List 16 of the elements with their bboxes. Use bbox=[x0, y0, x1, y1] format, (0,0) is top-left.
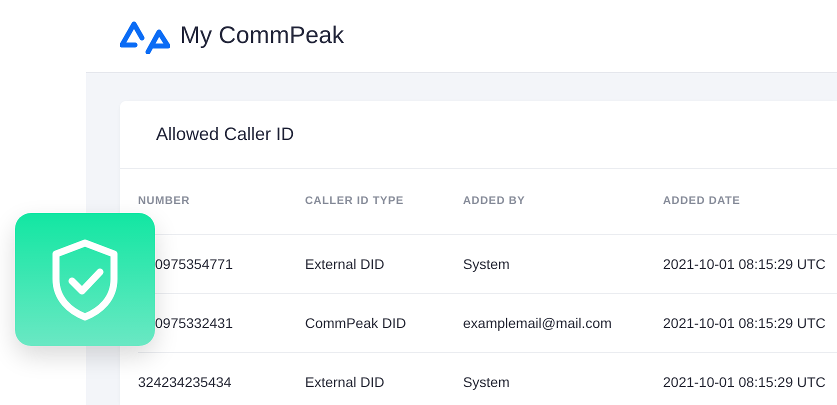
shield-check-icon bbox=[50, 238, 120, 320]
brand-name: My CommPeak bbox=[180, 21, 344, 51]
table-cell: External DID bbox=[305, 353, 463, 405]
table-cell: CommPeak DID bbox=[305, 294, 463, 353]
table-cell: 2021-10-01 08:15:29 UTC bbox=[663, 235, 837, 294]
table-cell: 2021-10-01 08:15:29 UTC bbox=[663, 353, 837, 405]
table-cell: External DID bbox=[305, 235, 463, 294]
column-header: ADDED BY bbox=[463, 169, 663, 235]
column-header: ADDED DATE bbox=[663, 169, 837, 235]
table-cell: examplemail@mail.com bbox=[463, 294, 663, 353]
column-header: CALLER ID TYPE bbox=[305, 169, 463, 235]
table-cell: 324234235434 bbox=[138, 353, 305, 405]
table-cell: System bbox=[463, 353, 663, 405]
table-cell: System bbox=[463, 235, 663, 294]
table-cell: 2021-10-01 08:15:29 UTC bbox=[663, 294, 837, 353]
card-title: Allowed Caller ID bbox=[120, 101, 837, 169]
